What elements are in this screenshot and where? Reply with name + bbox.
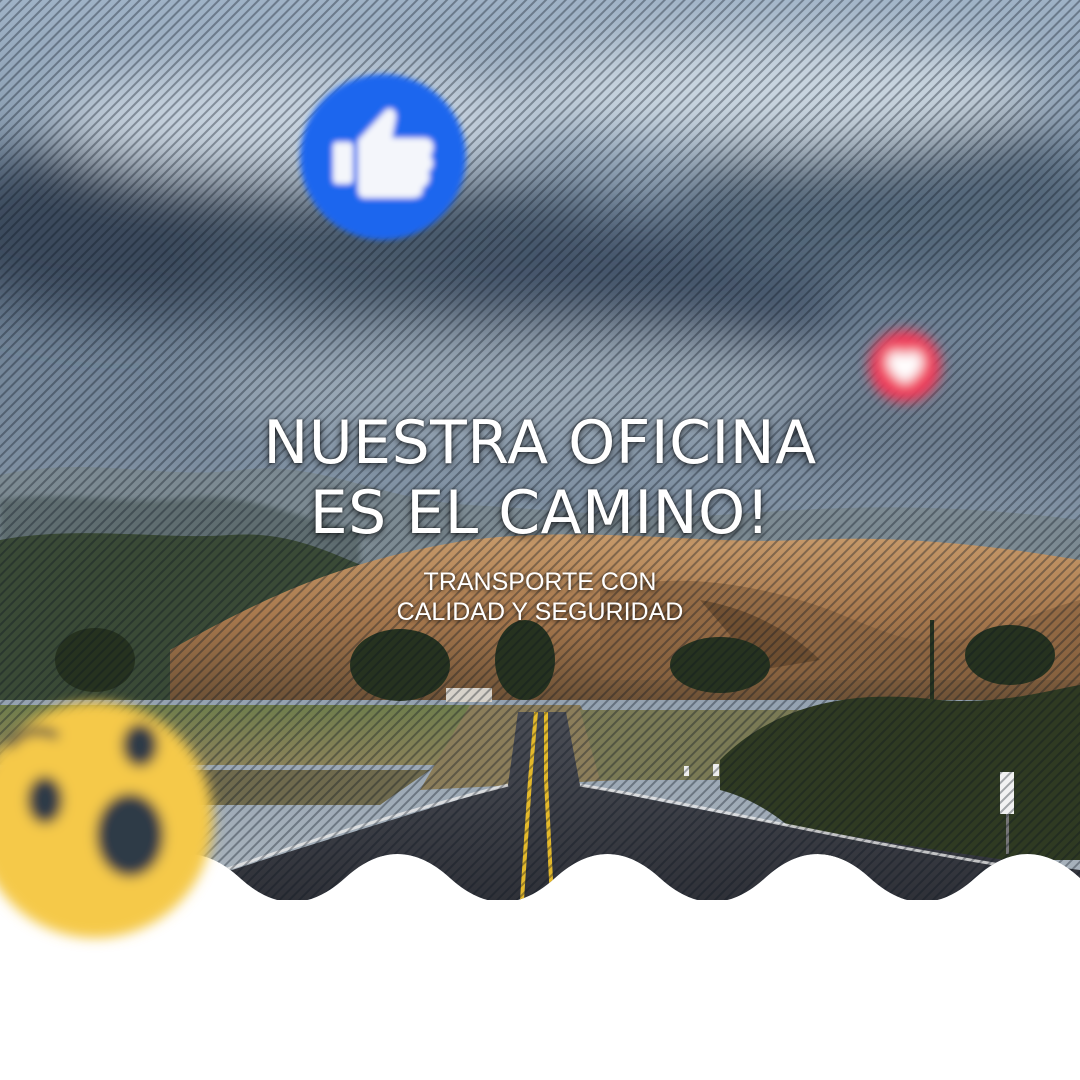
like-reaction — [300, 74, 466, 240]
headline-line-2: ES EL CAMINO! — [309, 478, 771, 548]
headline: NUESTRA OFICINA ES EL CAMINO! — [0, 408, 1080, 548]
tagline: TRANSPORTE CON CALIDAD Y SEGURIDAD — [0, 567, 1080, 627]
promo-graphic: NUESTRA OFICINA ES EL CAMINO! TRANSPORTE… — [0, 0, 1080, 1080]
love-reaction — [869, 330, 941, 402]
tagline-line-2: CALIDAD Y SEGURIDAD — [396, 598, 684, 626]
tagline-line-1: TRANSPORTE CON — [423, 568, 657, 596]
headline-line-1: NUESTRA OFICINA — [263, 408, 817, 478]
